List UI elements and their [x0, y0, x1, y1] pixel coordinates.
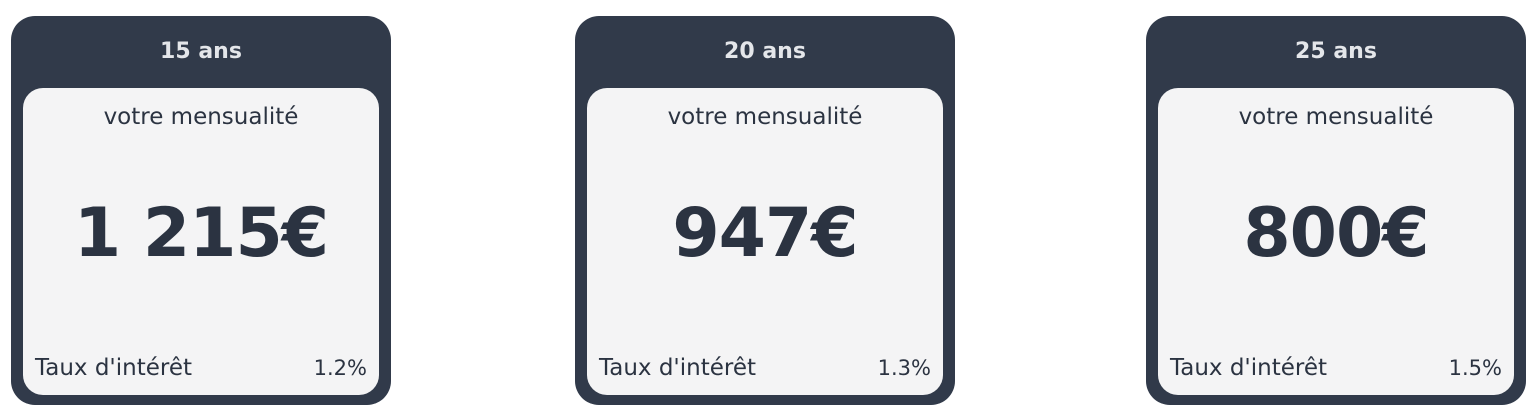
- monthly-payment-amount: 800€: [1243, 194, 1429, 273]
- interest-rate-row: Taux d'intérêt 1.5%: [1170, 353, 1502, 383]
- monthly-payment-label: votre mensualité: [667, 104, 863, 130]
- card-panel: votre mensualité 800€ Taux d'intérêt 1.5…: [1158, 88, 1514, 395]
- card-duration-title: 15 ans: [160, 39, 242, 64]
- monthly-payment-amount: 1 215€: [73, 194, 329, 273]
- monthly-payment-label: votre mensualité: [1238, 104, 1434, 130]
- card-panel: votre mensualité 947€ Taux d'intérêt 1.3…: [587, 88, 943, 395]
- card-duration-title: 25 ans: [1295, 39, 1377, 64]
- card-duration-title: 20 ans: [724, 39, 806, 64]
- interest-rate-value: 1.3%: [877, 356, 931, 380]
- interest-rate-label: Taux d'intérêt: [1170, 355, 1328, 381]
- interest-rate-row: Taux d'intérêt 1.3%: [599, 353, 931, 383]
- monthly-payment-amount: 947€: [672, 194, 858, 273]
- loan-card-20-years: 20 ans votre mensualité 947€ Taux d'inté…: [575, 16, 955, 405]
- loan-card-15-years: 15 ans votre mensualité 1 215€ Taux d'in…: [11, 16, 391, 405]
- interest-rate-label: Taux d'intérêt: [35, 355, 193, 381]
- loan-card-25-years: 25 ans votre mensualité 800€ Taux d'inté…: [1146, 16, 1526, 405]
- interest-rate-value: 1.2%: [313, 356, 367, 380]
- card-panel: votre mensualité 1 215€ Taux d'intérêt 1…: [23, 88, 379, 395]
- monthly-payment-label: votre mensualité: [103, 104, 299, 130]
- interest-rate-value: 1.5%: [1448, 356, 1502, 380]
- interest-rate-row: Taux d'intérêt 1.2%: [35, 353, 367, 383]
- interest-rate-label: Taux d'intérêt: [599, 355, 757, 381]
